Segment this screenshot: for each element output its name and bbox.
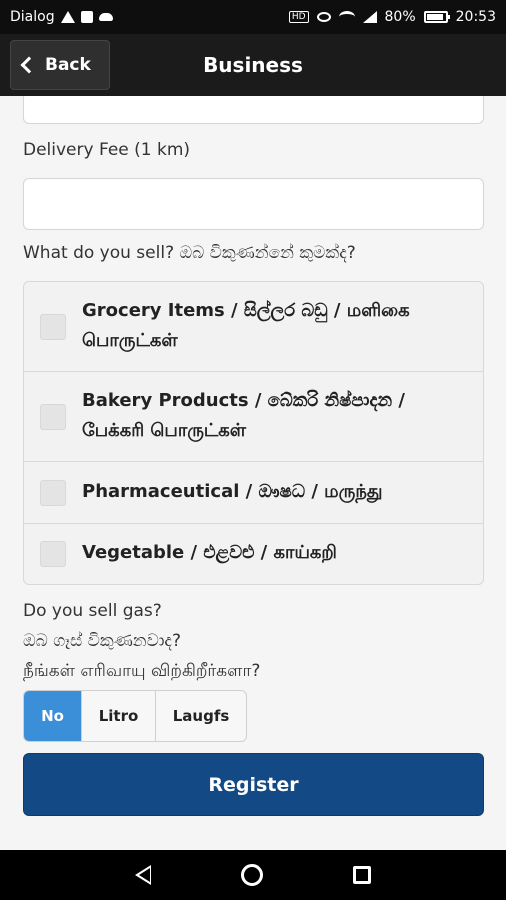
nav-back-icon[interactable] (135, 865, 151, 885)
gas-segmented-control: No Litro Laugfs (23, 690, 247, 742)
gas-question-line: Do you sell gas? (23, 601, 162, 621)
form-content[interactable]: Delivery Fee (1 km) What do you sell? ඔබ… (0, 96, 506, 850)
delivery-fee-label: Delivery Fee (1 km) (23, 140, 191, 160)
bakery-label: Bakery Products / බේකරි නිෂ්පාදන / பேக்க… (82, 390, 405, 441)
what-sell-label: What do you sell? ඔබ විකුණන්නේ කුමක්ද? (23, 243, 356, 263)
gas-option-litro[interactable]: Litro (82, 691, 156, 741)
register-button[interactable]: Register (23, 753, 484, 816)
checkbox-bakery[interactable] (40, 404, 66, 430)
battery-icon (423, 11, 450, 23)
delivery-fee-input[interactable] (23, 178, 484, 230)
system-nav-bar (0, 850, 506, 900)
wifi-icon (338, 11, 355, 23)
app-header: Back Business (0, 34, 506, 96)
gas-option-laugfs[interactable]: Laugfs (156, 691, 246, 741)
pharmaceutical-label: Pharmaceutical / ඖෂධ / மருந்து (82, 481, 383, 502)
list-item[interactable]: Bakery Products / බේකරි නිෂ්පාදන / பேக்க… (24, 372, 483, 462)
status-bar: Dialog HD 80% 20:53 (0, 0, 506, 34)
page-title: Business (203, 53, 303, 77)
checkbox-grocery[interactable] (40, 314, 66, 340)
warning-icon (60, 11, 75, 23)
facebook-icon (80, 11, 93, 23)
signal-icon (362, 11, 377, 23)
clock: 20:53 (455, 9, 496, 25)
cloud-icon (98, 13, 113, 21)
list-item[interactable]: Vegetable / එළවළු / காய்கறி (24, 524, 483, 584)
chevron-left-icon (20, 56, 38, 74)
gas-question: Do you sell gas? ඔබ ගෑස් විකුණනවාද? நீங்… (23, 596, 260, 686)
hd-icon: HD (288, 11, 309, 23)
carrier-label: Dialog (10, 9, 55, 25)
checkbox-vegetable[interactable] (40, 541, 66, 567)
list-item[interactable]: Pharmaceutical / ඖෂධ / மருந்து (24, 462, 483, 524)
gas-option-no[interactable]: No (24, 691, 82, 741)
battery-percent: 80% (384, 9, 416, 25)
nav-home-icon[interactable] (241, 864, 263, 886)
previous-field-input[interactable] (23, 96, 484, 124)
checkbox-pharmaceutical[interactable] (40, 480, 66, 506)
grocery-label: Grocery Items / සිල්ලර බඩු / மளிகை பொருட… (82, 300, 410, 351)
gas-question-line: நீங்கள் எரிவாயு விற்கிறீர்களா? (23, 661, 261, 681)
back-button[interactable]: Back (10, 40, 110, 90)
gas-question-line: ඔබ ගෑස් විකුණනවාද? (23, 631, 181, 651)
back-label: Back (45, 55, 91, 75)
product-checkbox-list: Grocery Items / සිල්ලර බඩු / மளிகை பொருட… (23, 281, 484, 585)
eye-icon (316, 12, 331, 22)
list-item[interactable]: Grocery Items / සිල්ලර බඩු / மளிகை பொருட… (24, 282, 483, 372)
vegetable-label: Vegetable / එළවළු / காய்கறி (82, 542, 337, 563)
nav-recent-icon[interactable] (353, 866, 371, 884)
